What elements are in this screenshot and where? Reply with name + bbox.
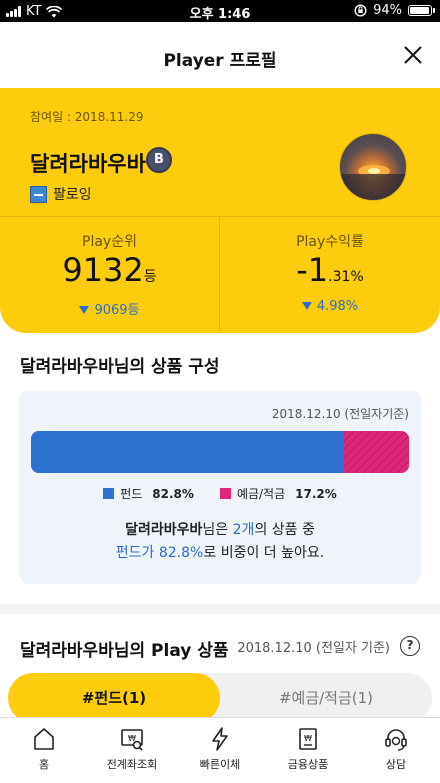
product-tabs: #펀드(1) #예금/적금(1)	[8, 673, 432, 723]
status-bar: KT 오후 1:46 94%	[0, 0, 440, 22]
sunset-photo	[340, 165, 406, 200]
summary-count: 2개	[232, 522, 255, 538]
composition-title: 달려라바우바님의 상품 구성	[20, 357, 220, 377]
down-triangle-icon	[79, 306, 90, 314]
legend-label-fund: 펀드	[120, 487, 143, 501]
summary-name: 달려라바우바	[125, 522, 203, 538]
return-stat: Play수익률 -1.31% 4.98%	[220, 217, 440, 333]
down-triangle-icon	[301, 302, 312, 310]
bar-segment-fund	[31, 431, 344, 473]
product-icon: ₩	[299, 728, 317, 750]
return-value: -1.31%	[220, 251, 440, 289]
close-icon[interactable]	[400, 42, 426, 68]
bar-segment-deposit	[343, 431, 409, 473]
follow-toggle[interactable]: 팔로잉	[30, 184, 92, 204]
summary-text-2: 의 상품 중	[254, 522, 315, 538]
rank-value: 9132등	[0, 251, 219, 289]
composition-card: 2018.12.10 (전일자기준) 펀드 82.8% 예금/적금 17.2% …	[19, 391, 421, 584]
legend-swatch-deposit	[219, 488, 231, 499]
headset-icon	[385, 729, 407, 751]
rotation-lock-icon	[354, 4, 367, 17]
nav-home[interactable]: 홈	[0, 718, 88, 783]
avatar	[339, 133, 407, 201]
battery-percent: 94%	[373, 3, 402, 18]
account-search-icon: ₩	[121, 729, 143, 751]
composition-bar-chart	[31, 431, 409, 473]
follow-checkbox-icon[interactable]	[30, 185, 47, 203]
follow-label: 팔로잉	[53, 187, 92, 203]
nav-consult-label: 상담	[385, 758, 407, 771]
rank-stat: Play순위 9132등 9069등	[0, 217, 220, 333]
return-change-value: 4.98%	[316, 299, 359, 314]
profile-card: 참여일 : 2018.11.29 달려라바우바 B 팔로잉 Play순위 913…	[0, 88, 440, 333]
summary-highlight: 펀드가 82.8%	[115, 545, 204, 561]
return-unit: .31%	[328, 269, 364, 285]
return-number: -1	[296, 251, 329, 289]
join-date: 참여일 : 2018.11.29	[30, 110, 144, 124]
play-products-title: 달려라바우바님의 Play 상품	[20, 641, 229, 661]
summary-line-1: 달려라바우바님은 2개의 상품 중	[19, 519, 421, 542]
tab-fund[interactable]: #펀드(1)	[8, 673, 220, 723]
legend-item-deposit: 예금/적금 17.2%	[219, 485, 337, 502]
nav-accounts[interactable]: ₩ 전계좌조회	[88, 718, 176, 783]
return-label: Play수익률	[296, 234, 364, 250]
nav-home-label: 홈	[38, 758, 50, 771]
nickname: 달려라바우바	[30, 152, 146, 176]
rank-label: Play순위	[82, 234, 137, 250]
svg-text:₩: ₩	[304, 734, 312, 743]
legend-item-fund: 펀드 82.8%	[103, 485, 194, 502]
legend-label-deposit: 예금/적금	[236, 487, 286, 501]
nav-products-label: 금융상품	[287, 758, 329, 771]
composition-legend: 펀드 82.8% 예금/적금 17.2%	[19, 485, 421, 502]
summary-text-3: 로 비중이 더 높아요.	[203, 545, 325, 561]
stats-row: Play순위 9132등 9069등 Play수익률 -1.31% 4.98%	[0, 216, 440, 333]
nav-products[interactable]: ₩ 금융상품	[264, 718, 352, 783]
bottom-nav: 홈 ₩ 전계좌조회 빠른이체 ₩ 금융상품 상담	[0, 717, 440, 783]
status-right: 94%	[354, 3, 435, 18]
composition-bar	[31, 431, 409, 473]
nav-transfer[interactable]: 빠른이체	[176, 718, 264, 783]
nav-transfer-label: 빠른이체	[199, 758, 241, 771]
home-icon	[34, 728, 54, 750]
play-products-date: 2018.12.10 (전일자 기준)	[237, 641, 390, 656]
help-icon[interactable]: ?	[400, 636, 420, 656]
return-change: 4.98%	[220, 299, 440, 314]
header: Player 프로필	[0, 22, 440, 88]
rank-number: 9132	[62, 251, 144, 289]
summary-text-1: 님은	[202, 522, 233, 538]
nav-consult[interactable]: 상담	[352, 718, 440, 783]
nav-accounts-label: 전계좌조회	[106, 758, 158, 771]
section-divider	[0, 604, 440, 614]
legend-percent-fund: 82.8%	[152, 486, 194, 501]
rank-unit: 등	[143, 269, 157, 285]
summary-line-2: 펀드가 82.8%로 비중이 더 높아요.	[19, 542, 421, 565]
rank-change: 9069등	[0, 299, 219, 318]
composition-summary: 달려라바우바님은 2개의 상품 중 펀드가 82.8%로 비중이 더 높아요.	[19, 519, 421, 565]
legend-percent-deposit: 17.2%	[295, 486, 337, 501]
lightning-icon	[212, 727, 228, 751]
rank-change-value: 9069등	[94, 303, 140, 318]
page-title: Player 프로필	[163, 51, 277, 71]
legend-swatch-fund	[103, 488, 115, 499]
tab-deposit[interactable]: #예금/적금(1)	[220, 673, 432, 723]
battery-icon	[408, 5, 435, 16]
grade-badge: B	[146, 147, 172, 173]
composition-date: 2018.12.10 (전일자기준)	[271, 407, 409, 421]
